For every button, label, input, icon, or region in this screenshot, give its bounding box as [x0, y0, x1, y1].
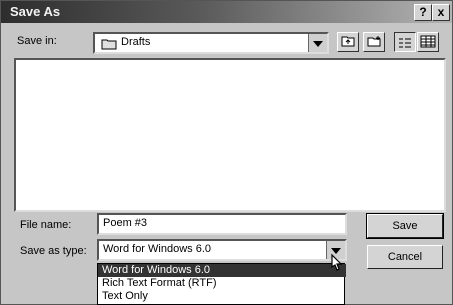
folder-icon	[101, 37, 117, 55]
chevron-down-icon	[313, 41, 323, 47]
list-view-button[interactable]	[394, 32, 416, 52]
mouse-pointer-icon	[327, 253, 347, 282]
details-view-button[interactable]	[417, 32, 439, 52]
details-view-icon	[420, 35, 436, 53]
close-button[interactable]: x	[432, 4, 450, 21]
save-as-dialog: Save As ? x Save in: Drafts File name: P…	[0, 0, 453, 305]
save-as-type-dropdown[interactable]: Word for Windows 6.0	[97, 239, 347, 261]
save-as-type-options: Word for Windows 6.0 Rich Text Format (R…	[97, 263, 346, 305]
save-as-type-value: Word for Windows 6.0	[103, 243, 212, 255]
save-button[interactable]: Save	[366, 213, 444, 239]
save-in-dropdown-button[interactable]	[308, 34, 327, 52]
option-rich-text-format[interactable]: Rich Text Format (RTF)	[98, 277, 346, 290]
new-folder-button[interactable]	[363, 32, 385, 52]
save-as-type-label: Save as type:	[20, 245, 87, 257]
save-in-value: Drafts	[121, 36, 151, 48]
new-folder-icon	[366, 35, 382, 53]
help-button[interactable]: ?	[414, 4, 432, 21]
option-word-for-windows[interactable]: Word for Windows 6.0	[98, 264, 346, 277]
file-name-input[interactable]: Poem #3	[97, 213, 347, 235]
title-bar[interactable]: Save As ? x	[1, 1, 452, 23]
list-view-icon	[397, 36, 413, 54]
up-one-level-button[interactable]	[337, 32, 359, 52]
save-in-dropdown[interactable]: Drafts	[93, 32, 329, 54]
option-text-only[interactable]: Text Only	[98, 290, 346, 303]
file-list-area[interactable]	[14, 58, 446, 212]
dialog-title: Save As	[10, 4, 61, 19]
file-name-label: File name:	[20, 219, 72, 231]
up-one-level-icon	[340, 35, 356, 53]
file-name-value: Poem #3	[103, 217, 148, 229]
save-in-label: Save in:	[17, 35, 57, 47]
cancel-button[interactable]: Cancel	[367, 245, 443, 269]
